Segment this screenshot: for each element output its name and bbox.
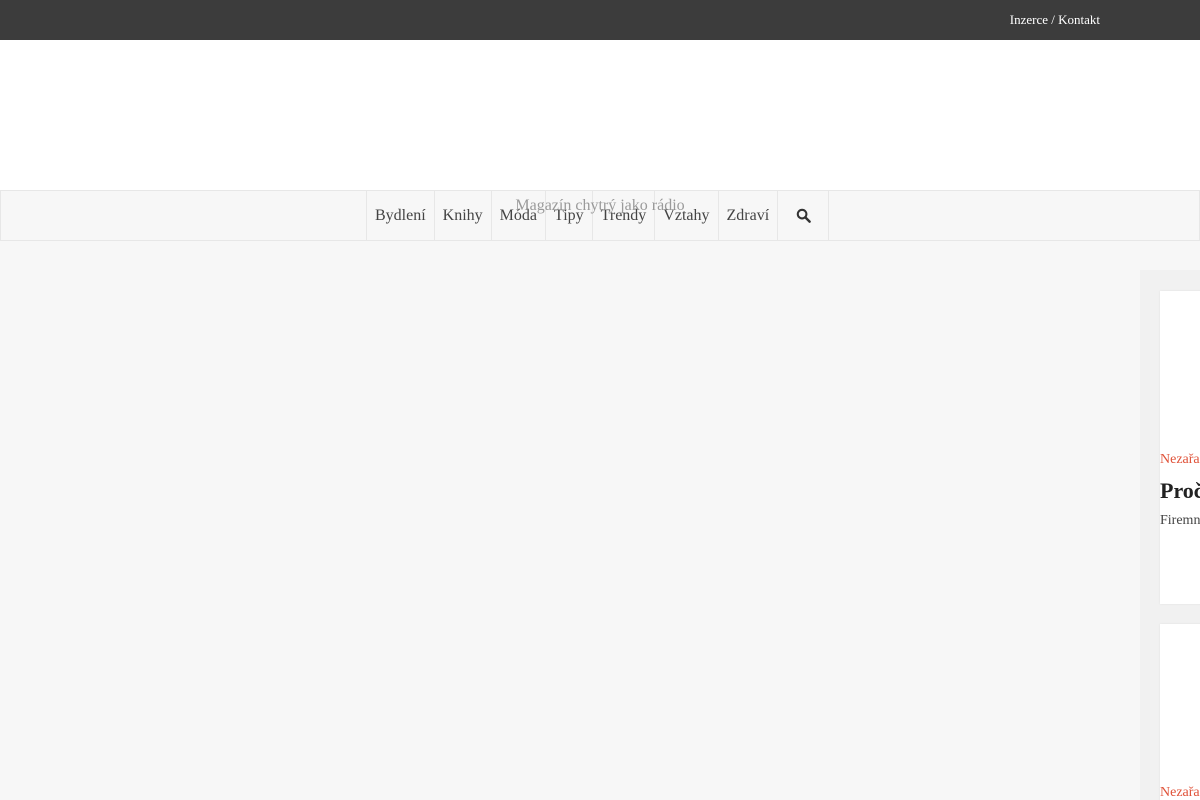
- site-header: [0, 40, 1200, 190]
- article-excerpt: Firemn o láhev: [1160, 513, 1200, 528]
- article-category[interactable]: Nezařa: [1160, 784, 1200, 800]
- sidebar: Nezařa Proč vlast větši Firemn o láhev N…: [1140, 270, 1200, 800]
- article-image[interactable]: [1160, 624, 1200, 784]
- nav-item-knihy[interactable]: Knihy: [435, 191, 492, 240]
- top-bar: Inzerce / Kontakt: [0, 0, 1200, 40]
- nav-item-vztahy[interactable]: Vztahy: [655, 191, 719, 240]
- nav-item-trendy[interactable]: Trendy: [593, 191, 656, 240]
- nav-item-tipy[interactable]: Tipy: [546, 191, 593, 240]
- main-navigation: Bydlení Knihy Móda Tipy Trendy Vztahy Zd…: [0, 190, 1200, 241]
- advertising-contact-link[interactable]: Inzerce / Kontakt: [1010, 12, 1100, 28]
- nav-menu: Bydlení Knihy Móda Tipy Trendy Vztahy Zd…: [366, 191, 830, 240]
- article-category[interactable]: Nezařa: [1160, 451, 1200, 469]
- nav-item-bydleni[interactable]: Bydlení: [367, 191, 435, 240]
- article-image[interactable]: [1160, 291, 1200, 451]
- article-card[interactable]: Nezařa Proč vlast větši Firemn o láhev: [1160, 291, 1200, 604]
- article-title[interactable]: Proč vlast větši: [1160, 477, 1200, 505]
- article-card[interactable]: Nezařa: [1160, 624, 1200, 800]
- search-button[interactable]: [778, 191, 830, 240]
- search-icon: [796, 208, 811, 223]
- nav-item-zdravi[interactable]: Zdraví: [719, 191, 779, 240]
- nav-item-moda[interactable]: Móda: [492, 191, 546, 240]
